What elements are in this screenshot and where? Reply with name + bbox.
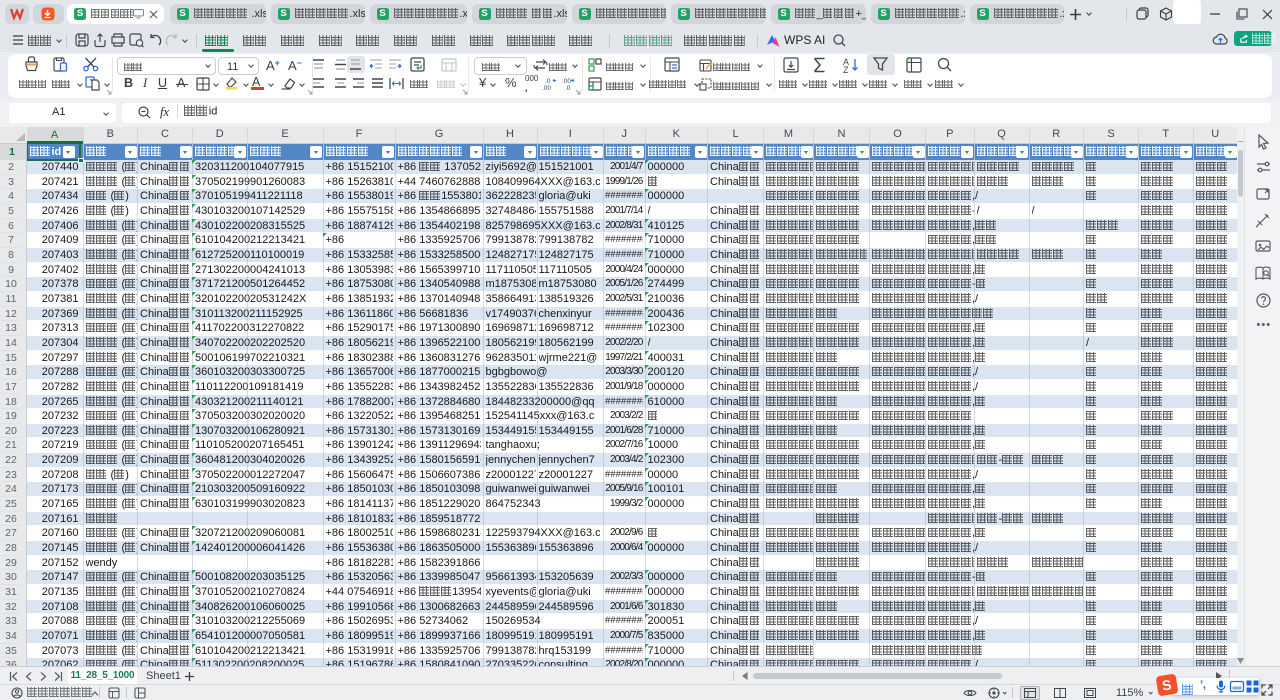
svg-text:.0: .0 [565, 85, 571, 92]
svg-text:.00: .00 [562, 78, 571, 85]
svg-text:.00: .00 [542, 85, 551, 92]
svg-text:.0: .0 [545, 78, 551, 85]
svg-text:Z: Z [843, 65, 849, 75]
